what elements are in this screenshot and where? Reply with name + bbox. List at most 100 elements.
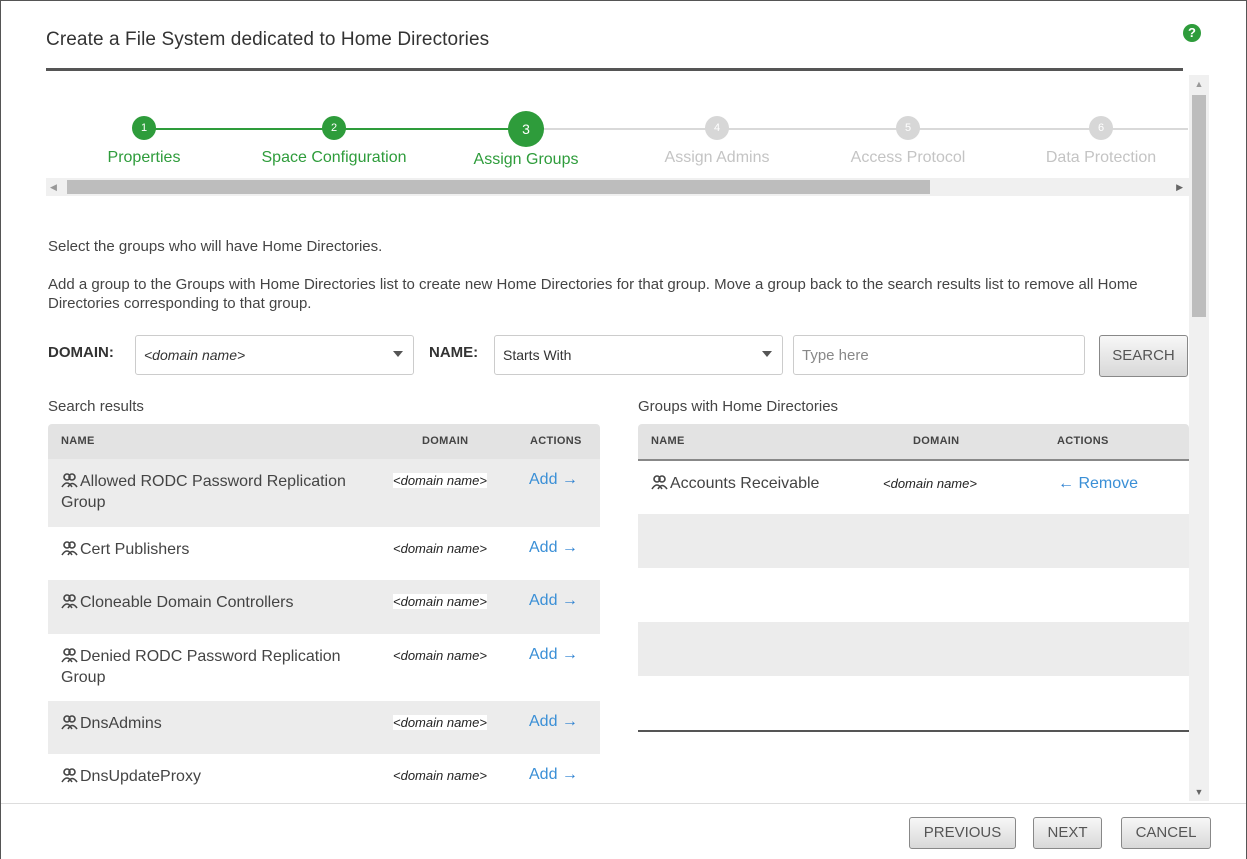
group-icon: [61, 648, 78, 663]
group-name: Cert Publishers: [61, 539, 189, 560]
add-label: Add: [529, 592, 558, 609]
table-row: Accounts Receivable <domain name> ← Remo…: [638, 459, 1189, 514]
arrow-right-icon: →: [561, 646, 578, 663]
step-assign-groups[interactable]: 3 Assign Groups: [431, 111, 621, 169]
step-number: 3: [508, 111, 544, 147]
search-results-table: NAME DOMAIN ACTIONS Allowed RODC Passwor…: [48, 424, 600, 804]
dialog-header: Create a File System dedicated to Home D…: [46, 29, 1183, 71]
previous-button[interactable]: PREVIOUS: [909, 817, 1016, 849]
help-icon[interactable]: ?: [1183, 24, 1201, 42]
add-button[interactable]: Add →: [529, 592, 578, 610]
step-number: 5: [896, 116, 920, 140]
add-label: Add: [529, 471, 558, 488]
column-header-domain: DOMAIN: [422, 435, 469, 447]
table-row: DnsUpdateProxy <domain name> Add →: [48, 754, 600, 804]
step-number: 6: [1089, 116, 1113, 140]
add-button[interactable]: Add →: [529, 646, 578, 664]
domain-select[interactable]: <domain name>: [135, 335, 414, 375]
group-name: Denied RODC Password Replication Group: [61, 646, 381, 688]
step-label: Assign Admins: [664, 149, 770, 166]
search-input[interactable]: Type here: [793, 335, 1085, 375]
column-header-actions: ACTIONS: [1057, 435, 1109, 447]
next-button[interactable]: NEXT: [1033, 817, 1102, 849]
vertical-scrollbar[interactable]: ▲ ▼: [1189, 75, 1209, 801]
step-label: Access Protocol: [850, 149, 966, 166]
home-groups-title: Groups with Home Directories: [638, 398, 839, 415]
group-icon: [61, 594, 78, 609]
arrow-right-icon: →: [561, 766, 578, 783]
scroll-down-icon[interactable]: ▼: [1189, 783, 1209, 801]
table-row: Cloneable Domain Controllers <domain nam…: [48, 580, 600, 634]
group-domain: <domain name>: [393, 473, 487, 488]
group-name: Accounts Receivable: [651, 473, 819, 494]
domain-select-value: <domain name>: [144, 347, 246, 363]
remove-button[interactable]: ← Remove: [1058, 475, 1138, 493]
arrow-right-icon: →: [561, 713, 578, 730]
step-number: 1: [132, 116, 156, 140]
instruction-line-1: Select the groups who will have Home Dir…: [48, 238, 383, 255]
group-name-text: Allowed RODC Password Replication Group: [61, 473, 346, 511]
group-name: Allowed RODC Password Replication Group: [61, 471, 381, 513]
group-domain: <domain name>: [393, 648, 487, 663]
group-name-text: Accounts Receivable: [670, 475, 820, 492]
dialog-title: Create a File System dedicated to Home D…: [46, 29, 490, 50]
add-button[interactable]: Add →: [529, 471, 578, 489]
arrow-right-icon: →: [561, 592, 578, 609]
table-row: Cert Publishers <domain name> Add →: [48, 527, 600, 580]
group-name-text: Denied RODC Password Replication Group: [61, 648, 341, 686]
table-row: Allowed RODC Password Replication Group …: [48, 459, 600, 527]
arrow-left-icon: ←: [1058, 475, 1074, 492]
add-button[interactable]: Add →: [529, 713, 578, 731]
chevron-down-icon: [393, 351, 403, 357]
group-name: Cloneable Domain Controllers: [61, 592, 293, 613]
domain-label: DOMAIN:: [48, 344, 114, 361]
chevron-down-icon: [762, 351, 772, 357]
group-name-text: DnsAdmins: [80, 715, 162, 732]
name-match-value: Starts With: [503, 347, 572, 363]
step-label: Space Configuration: [261, 149, 407, 166]
scroll-right-icon[interactable]: ▶: [1176, 178, 1183, 196]
instruction-line-2: Add a group to the Groups with Home Dire…: [48, 276, 1138, 312]
table-row: DnsAdmins <domain name> Add →: [48, 701, 600, 754]
group-domain: <domain name>: [393, 541, 487, 556]
horizontal-scroll-thumb[interactable]: [67, 180, 930, 194]
column-header-name: NAME: [651, 435, 685, 447]
scroll-left-icon[interactable]: ◀: [50, 178, 57, 196]
scroll-up-icon[interactable]: ▲: [1189, 75, 1209, 93]
add-label: Add: [529, 713, 558, 730]
wizard-steps: 1 Properties 2 Space Configuration 3 Ass…: [48, 111, 1188, 181]
add-button[interactable]: Add →: [529, 766, 578, 784]
group-domain: <domain name>: [393, 594, 487, 609]
remove-label: Remove: [1078, 475, 1139, 492]
search-results-title: Search results: [48, 398, 144, 415]
step-label: Properties: [107, 149, 181, 166]
step-number: 2: [322, 116, 346, 140]
arrow-right-icon: →: [561, 539, 578, 556]
group-icon: [61, 541, 78, 556]
step-number: 4: [705, 116, 729, 140]
step-access-protocol: 5 Access Protocol: [813, 111, 1003, 167]
group-icon: [61, 473, 78, 488]
add-label: Add: [529, 646, 558, 663]
search-button[interactable]: SEARCH: [1099, 335, 1188, 377]
column-header-name: NAME: [61, 435, 95, 447]
arrow-right-icon: →: [561, 471, 578, 488]
step-label: Assign Groups: [473, 151, 579, 168]
name-match-select[interactable]: Starts With: [494, 335, 783, 375]
group-domain: <domain name>: [393, 768, 487, 783]
group-name: DnsUpdateProxy: [61, 766, 201, 787]
add-label: Add: [529, 766, 558, 783]
step-label: Data Protection: [1045, 149, 1157, 166]
table-row: Denied RODC Password Replication Group <…: [48, 634, 600, 701]
add-button[interactable]: Add →: [529, 539, 578, 557]
home-groups-table: NAME DOMAIN ACTIONS Accounts Receivable …: [638, 424, 1189, 732]
table-header: NAME DOMAIN ACTIONS: [48, 424, 600, 459]
step-assign-admins: 4 Assign Admins: [622, 111, 812, 167]
cancel-button[interactable]: CANCEL: [1121, 817, 1211, 849]
step-data-protection: 6 Data Protection: [1006, 111, 1196, 167]
empty-row: [638, 568, 1189, 622]
step-space-configuration[interactable]: 2 Space Configuration: [239, 111, 429, 167]
step-properties[interactable]: 1 Properties: [49, 111, 239, 167]
search-input-placeholder: Type here: [802, 347, 869, 364]
horizontal-scrollbar[interactable]: ◀ ▶: [46, 178, 1189, 196]
